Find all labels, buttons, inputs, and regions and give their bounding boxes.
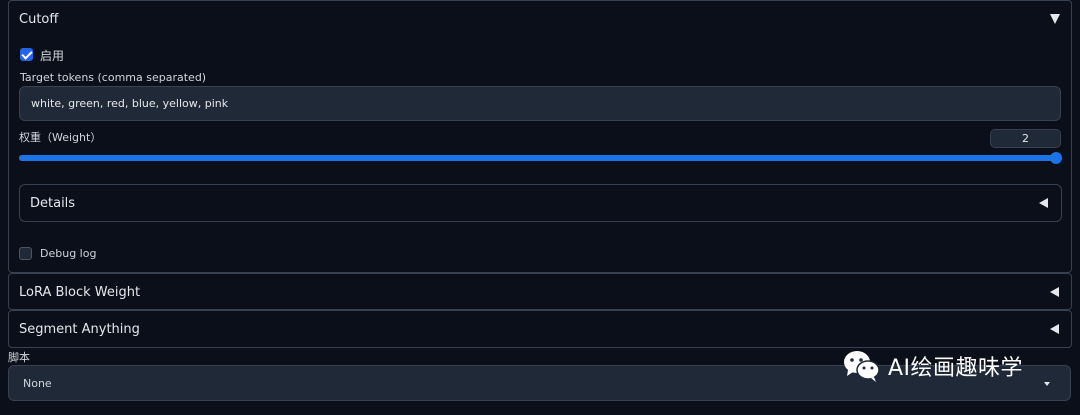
wechat-icon xyxy=(844,351,880,382)
weight-number-input[interactable]: 2 xyxy=(990,129,1061,148)
script-selected-value: None xyxy=(23,377,52,390)
watermark: AI绘画趣味学 xyxy=(842,346,1023,386)
enable-label: 启用 xyxy=(40,49,65,63)
weight-slider-thumb[interactable] xyxy=(1050,152,1062,164)
expand-triangle-icon xyxy=(1050,324,1059,334)
checkmark-icon xyxy=(21,48,33,60)
watermark-text: AI绘画趣味学 xyxy=(888,356,1024,381)
weight-slider-track[interactable] xyxy=(19,155,1056,161)
expand-triangle-icon xyxy=(1039,198,1048,208)
target-tokens-label: Target tokens (comma separated) xyxy=(20,71,207,84)
expand-triangle-icon xyxy=(1050,287,1059,297)
collapse-triangle-icon[interactable] xyxy=(1050,14,1060,24)
debug-log-label: Debug log xyxy=(40,247,97,260)
cutoff-title: Cutoff xyxy=(19,12,59,27)
script-label: 脚本 xyxy=(8,351,30,364)
cutoff-header[interactable]: Cutoff xyxy=(9,1,1071,39)
lora-block-weight-title: LoRA Block Weight xyxy=(19,285,141,300)
cutoff-panel: Cutoff 启用 Target tokens (comma separated… xyxy=(8,0,1072,273)
segment-anything-accordion[interactable]: Segment Anything xyxy=(8,310,1072,348)
target-tokens-input[interactable]: white, green, red, blue, yellow, pink xyxy=(19,86,1061,121)
chevron-down-icon xyxy=(1044,382,1050,386)
weight-label: 权重（Weight） xyxy=(19,131,102,144)
segment-anything-title: Segment Anything xyxy=(19,322,140,337)
details-accordion[interactable]: Details xyxy=(19,184,1062,222)
details-title: Details xyxy=(30,196,76,211)
lora-block-weight-accordion[interactable]: LoRA Block Weight xyxy=(8,273,1072,310)
enable-checkbox[interactable] xyxy=(20,48,33,61)
weight-slider-fill xyxy=(19,155,1056,161)
debug-log-checkbox[interactable] xyxy=(19,247,32,260)
